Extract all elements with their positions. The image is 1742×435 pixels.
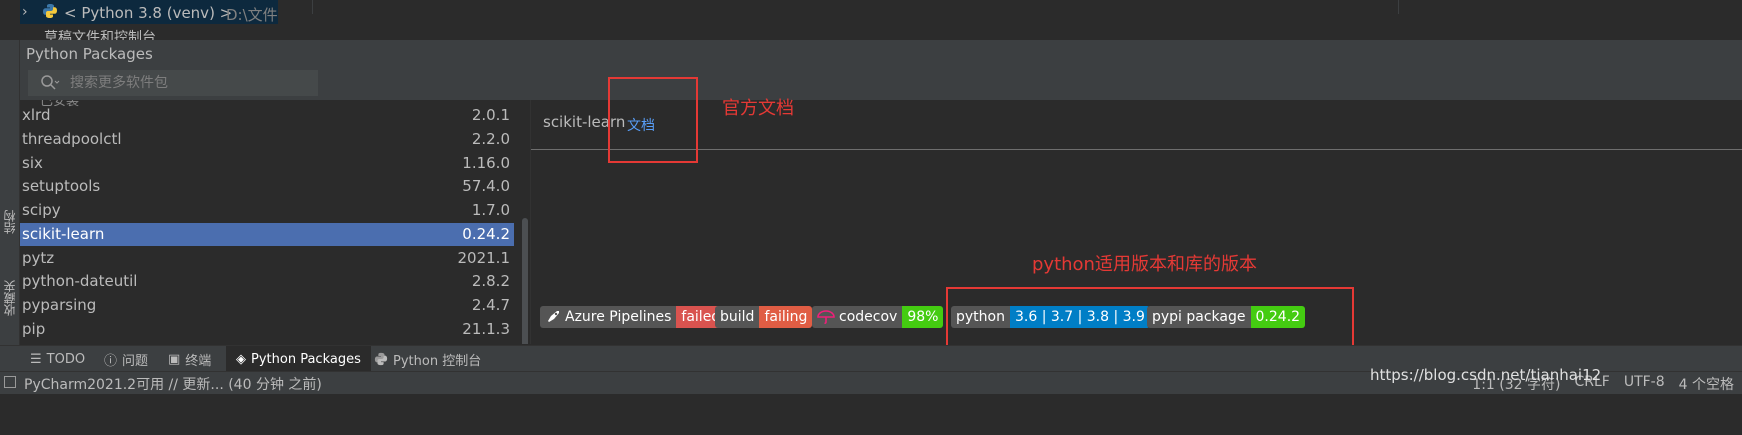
pypi-package-badge[interactable]: pypi package 0.24.2 (1147, 306, 1306, 328)
python-icon (374, 352, 388, 366)
package-list: 已安装 xlrd 2.0.1 threadpoolctl 2.2.0 six 1… (20, 100, 531, 344)
favorites-tool-tab[interactable]: 收藏夹 (1, 280, 18, 316)
list-scrollbar[interactable] (522, 218, 528, 344)
terminal-icon: ▣ (168, 351, 181, 367)
python-version-badge[interactable]: python 3.6 | 3.7 | 3.8 | 3.9 (951, 306, 1150, 328)
badge-status: failing (759, 306, 813, 328)
codecov-badge[interactable]: codecov 98% (812, 306, 944, 328)
interpreter-label[interactable]: < Python 3.8 (venv) > (64, 4, 232, 22)
package-row[interactable]: six 1.16.0 (20, 152, 514, 175)
project-tree-fragment: › < Python 3.8 (venv) > D:\文件 草稿文件和控制台 (0, 0, 1742, 44)
watermark: https://blog.csdn.net/tianhai12 (1370, 366, 1602, 384)
badge-label: pypi package (1147, 306, 1251, 328)
search-icon (41, 75, 60, 90)
package-version: 21.1.3 (462, 320, 510, 338)
package-name: pip (22, 320, 46, 338)
tab-label: 终端 (185, 353, 212, 369)
annotation-box-docs (608, 77, 698, 163)
problems-icon: ⓘ (104, 353, 118, 369)
package-version: 2.2.0 (471, 130, 510, 148)
badge-value: 98% (902, 306, 944, 328)
tab-terminal[interactable]: ▣ 终端 (164, 346, 215, 372)
tab-label: TODO (46, 351, 86, 367)
tab-todo[interactable]: ☰ TODO (26, 346, 89, 372)
list-icon: ☰ (30, 351, 42, 367)
badge-label: codecov (812, 306, 903, 328)
file-encoding[interactable]: UTF-8 (1624, 374, 1665, 394)
package-row[interactable]: pip 21.1.3 (20, 318, 514, 341)
package-name: setuptools (22, 177, 101, 195)
package-version: 2.8.2 (471, 272, 510, 290)
umbrella-icon (817, 310, 835, 324)
package-row[interactable]: scipy 1.7.0 (20, 199, 514, 222)
package-name: scipy (22, 201, 61, 219)
package-row[interactable]: pytz 2021.1 (20, 247, 514, 270)
badge-label: Azure Pipelines (540, 306, 677, 328)
package-version: 2021.1 (457, 249, 511, 267)
search-input[interactable] (68, 72, 312, 94)
package-row[interactable]: threadpoolctl 2.2.0 (20, 128, 514, 151)
packages-panel-header: Python Packages (20, 40, 1742, 69)
package-name: python-dateutil (22, 272, 138, 290)
tab-problems[interactable]: ⓘ 问题 (100, 346, 152, 372)
tab-label: Python 控制台 (393, 353, 482, 369)
search-row (20, 68, 1742, 100)
interpreter-path: D:\文件 (226, 6, 278, 24)
package-version: 1.7.0 (471, 201, 510, 219)
status-message[interactable]: PyCharm2021.2可用 // 更新... (40 分钟 之前) (24, 374, 322, 394)
tab-label: 问题 (122, 353, 149, 369)
badge-label: python (951, 306, 1010, 328)
package-row[interactable]: setuptools 57.4.0 (20, 175, 514, 198)
search-box[interactable] (28, 70, 318, 96)
left-tool-strip: 结构 收藏夹 ★ (0, 40, 20, 385)
package-name: pytz (22, 249, 55, 267)
package-version: 2.4.7 (471, 296, 510, 314)
tab-python-console[interactable]: Python 控制台 (370, 346, 485, 372)
package-version: 1.16.0 (462, 154, 510, 172)
divider (312, 0, 313, 14)
badge-value: 3.6 | 3.7 | 3.8 | 3.9 (1009, 306, 1150, 328)
divider (1398, 0, 1399, 14)
toggle-tool-windows-icon[interactable] (4, 376, 16, 388)
chevron-right-icon[interactable]: › (22, 4, 28, 20)
python-icon (43, 4, 57, 18)
package-row[interactable]: xlrd 2.0.1 (20, 104, 514, 127)
tab-python-packages[interactable]: ◈ Python Packages (226, 346, 371, 372)
panel-title: Python Packages (26, 45, 153, 63)
package-version: 2.0.1 (471, 106, 510, 124)
package-name: six (22, 154, 43, 172)
package-row-selected[interactable]: scikit-learn 0.24.2 (20, 223, 514, 246)
annotation-versions: python适用版本和库的版本 (1032, 254, 1257, 275)
package-name: threadpoolctl (22, 130, 122, 148)
packages-icon: ◈ (236, 351, 246, 367)
package-name: pyparsing (22, 296, 97, 314)
structure-tool-tab[interactable]: 结构 (1, 210, 18, 234)
package-version: 0.24.2 (462, 225, 510, 243)
tab-label: Python Packages (251, 351, 361, 367)
rocket-icon (548, 311, 559, 322)
build-badge[interactable]: build failing (715, 306, 813, 328)
badge-label: build (715, 306, 760, 328)
detail-divider (531, 149, 1742, 150)
annotation-docs: 官方文档 (722, 98, 794, 119)
package-row[interactable]: pyparsing 2.4.7 (20, 294, 514, 317)
package-row[interactable]: python-dateutil 2.8.2 (20, 270, 514, 293)
badge-value: 0.24.2 (1250, 306, 1306, 328)
package-name: xlrd (22, 106, 51, 124)
indent-setting[interactable]: 4 个空格 (1679, 374, 1734, 394)
package-version: 57.4.0 (462, 177, 510, 195)
azure-pipelines-badge[interactable]: Azure Pipelines failed (540, 306, 726, 328)
package-name: scikit-learn (22, 225, 105, 243)
